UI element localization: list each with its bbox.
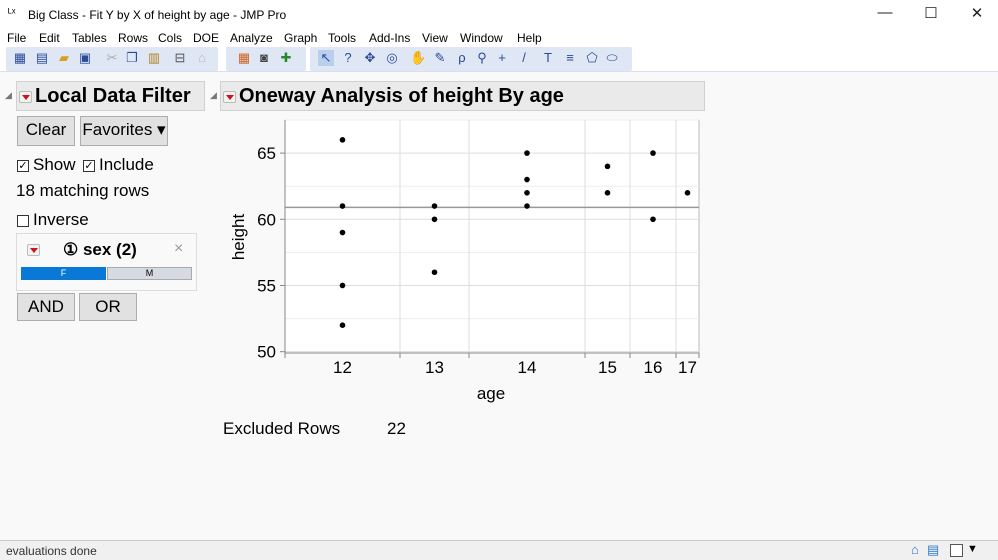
excluded-rows-value: 22 [387, 419, 406, 438]
window-list-icon[interactable]: ▤ [927, 542, 939, 558]
data-point [339, 282, 346, 289]
data-point [604, 163, 611, 170]
data-point [604, 190, 611, 196]
oneway-scatter-plot: 50 55 60 65 12 13 14 15 16 17 age height [229, 119, 700, 403]
data-point [339, 322, 346, 328]
data-point [650, 150, 656, 156]
data-point [431, 203, 438, 209]
y-tick-label: 60 [257, 210, 276, 229]
data-point [431, 269, 438, 276]
x-tick-label: 12 [333, 358, 352, 377]
x-tick-label: 13 [425, 358, 444, 377]
window-select-box[interactable] [950, 544, 963, 557]
data-point [339, 203, 346, 209]
status-text: evaluations done [6, 544, 97, 558]
data-point [524, 190, 530, 196]
plot-frame [284, 119, 700, 354]
data-point [650, 216, 656, 223]
x-axis-label: age [477, 384, 505, 403]
y-tick-label: 55 [257, 276, 276, 295]
data-point [524, 176, 530, 183]
x-tick-label: 16 [644, 358, 663, 377]
excluded-rows-label: Excluded Rows [223, 419, 341, 438]
y-tick-label: 50 [257, 343, 276, 362]
x-tick-label: 14 [518, 358, 537, 377]
dropdown-arrow-icon[interactable]: ▼ [967, 543, 978, 555]
y-axis-label: height [229, 214, 248, 261]
home-icon[interactable]: ⌂ [911, 542, 919, 557]
y-tick-label: 65 [257, 144, 276, 163]
data-point [524, 150, 530, 156]
status-bar: evaluations done ⌂ ▤ ▼ [0, 540, 998, 560]
data-point [339, 137, 346, 143]
data-point [431, 216, 438, 223]
data-point [339, 229, 346, 236]
x-tick-label: 15 [598, 358, 617, 377]
x-tick-label: 17 [678, 358, 697, 377]
data-point [684, 190, 691, 196]
data-point [524, 203, 530, 209]
